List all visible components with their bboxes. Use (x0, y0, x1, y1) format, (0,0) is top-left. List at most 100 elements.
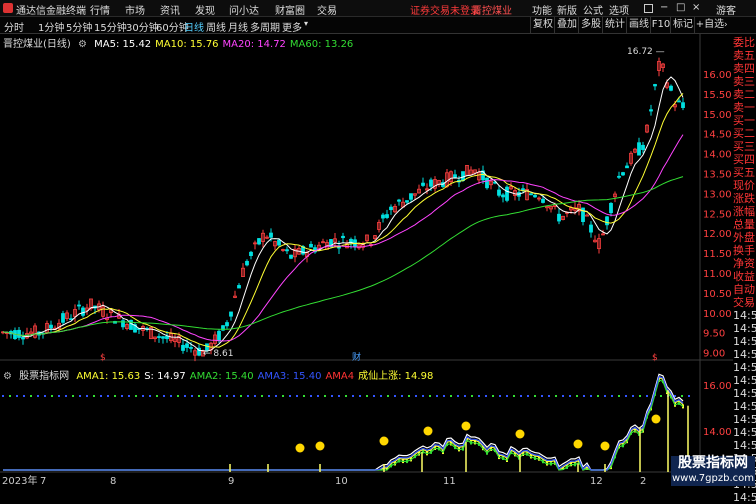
candle-body (385, 214, 389, 218)
side-panel-label: 14:5 (733, 335, 756, 348)
menu-wealth[interactable]: 财富圈 (275, 2, 305, 17)
side-panel-label: 买二 (733, 127, 755, 140)
indicator-line (3, 373, 684, 471)
side-panel-label: 买一 (733, 114, 755, 127)
watermark-url: www.7gpzb.com (672, 473, 754, 484)
date-tick-label: 7 (40, 476, 46, 487)
minimize-icon[interactable]: − (660, 2, 668, 13)
sub-price-tick-label: 16.00 (703, 381, 732, 392)
signal-dot (485, 395, 487, 397)
candle-body (653, 84, 657, 87)
quote-side-panel: 委比 卖五 卖四 卖三 卖二 卖一 买一 买二 买三 买四 买五 现价 涨跌 涨幅 总量 外盘 换手 净资 收益 自动… (733, 36, 756, 504)
signal-dot (513, 395, 515, 397)
signal-dot (660, 395, 662, 397)
btn-overlay[interactable]: 叠加 (554, 17, 579, 33)
signal-dot (345, 395, 347, 397)
btn-multi-stock[interactable]: 多股 (578, 17, 603, 33)
side-panel-label: 买三 (733, 140, 755, 153)
btn-f10[interactable]: F10 (650, 17, 671, 33)
menu-quotes[interactable]: 行情 (90, 2, 110, 17)
signal-dot (387, 395, 389, 397)
signal-dot (331, 395, 333, 397)
indicator-line (3, 376, 684, 471)
period-monthly[interactable]: 月线 (228, 19, 248, 34)
date-tick-label: 2023年 (2, 474, 37, 487)
layout-icon[interactable] (644, 4, 653, 13)
more-chevron-icon[interactable]: ▾ (304, 19, 308, 28)
btn-draw[interactable]: 画线 (626, 17, 651, 33)
candle-body (17, 329, 21, 338)
period-5min[interactable]: 5分钟 (66, 19, 92, 34)
candle-body (485, 177, 489, 189)
signal-dot (352, 395, 354, 397)
signal-dot (562, 395, 564, 397)
menu-news[interactable]: 资讯 (160, 2, 180, 17)
signal-dot (324, 395, 326, 397)
signal-dot (163, 395, 165, 397)
period-1min[interactable]: 1分钟 (38, 19, 64, 34)
menu-function[interactable]: 功能 (532, 2, 552, 17)
side-panel-label: 卖二 (733, 88, 755, 101)
side-panel-label: 自动 (733, 283, 755, 296)
btn-mark[interactable]: 标记 (670, 17, 695, 33)
maximize-icon[interactable]: □ (676, 2, 685, 13)
ma-line (2, 176, 684, 337)
btn-statistics[interactable]: 统计 (602, 17, 627, 33)
signal-dot (303, 395, 305, 397)
signal-dot (65, 395, 67, 397)
kline-chart[interactable]: 16.00 15.50 15.00 14.50 14.00 13.50 13.00 12.50… (0, 34, 733, 487)
menu-options[interactable]: 选项 (609, 2, 629, 17)
signal-dot (569, 395, 571, 397)
sub-price-tick-label: 14.00 (703, 427, 732, 438)
candle-body (609, 202, 613, 214)
smile-icon (423, 426, 433, 436)
period-multi[interactable]: 多周期 (250, 19, 280, 34)
candle-body (405, 200, 409, 203)
close-icon[interactable]: × (692, 2, 700, 13)
period-weekly[interactable]: 周线 (206, 19, 226, 34)
price-tick-label: 10.50 (703, 289, 732, 300)
menu-ask[interactable]: 问小达 (229, 2, 259, 17)
period-more[interactable]: 更多 (282, 19, 302, 34)
signal-dot (464, 395, 466, 397)
signal-dot (611, 395, 613, 397)
price-tick-label: 9.00 (703, 349, 725, 360)
date-tick-label: 11 (443, 476, 456, 487)
candle-body (497, 189, 501, 196)
menu-discover[interactable]: 发现 (195, 2, 215, 17)
toolbar-expand-icon[interactable]: › (724, 17, 733, 33)
signal-dot (366, 395, 368, 397)
candle-body (81, 307, 85, 316)
stock-link[interactable]: 晋控煤业 (472, 2, 512, 17)
candle-body (181, 344, 185, 351)
candle-body (237, 285, 241, 289)
indicator-line (3, 379, 684, 471)
guest-label[interactable]: 游客 (716, 2, 736, 17)
signal-dot (58, 395, 60, 397)
btn-add-watch[interactable]: +自选 (694, 17, 725, 33)
signal-dot (681, 395, 683, 397)
candle-body (529, 193, 533, 196)
signal-dot (282, 395, 284, 397)
menu-newversion[interactable]: 新版 (557, 2, 577, 17)
signal-dot (23, 395, 25, 397)
signal-dot (142, 395, 144, 397)
signal-dot (401, 395, 403, 397)
period-15min[interactable]: 15分钟 (94, 19, 127, 34)
price-tick-label: 14.00 (703, 150, 732, 161)
candle-body (625, 165, 629, 169)
period-timeshare[interactable]: 分时 (4, 19, 24, 34)
login-warning[interactable]: 证券交易未登录 (410, 2, 480, 17)
signal-dot (93, 395, 95, 397)
btn-restore-rights[interactable]: 复权 (530, 17, 555, 33)
signal-dot (100, 395, 102, 397)
signal-dot (618, 395, 620, 397)
period-daily[interactable]: 日线 (184, 19, 204, 34)
signal-dot (135, 395, 137, 397)
menu-trade[interactable]: 交易 (317, 2, 337, 17)
signal-dot (422, 395, 424, 397)
menu-formula[interactable]: 公式 (583, 2, 603, 17)
menu-market[interactable]: 市场 (125, 2, 145, 17)
candle-body (245, 260, 249, 266)
period-30min[interactable]: 30分钟 (126, 19, 159, 34)
